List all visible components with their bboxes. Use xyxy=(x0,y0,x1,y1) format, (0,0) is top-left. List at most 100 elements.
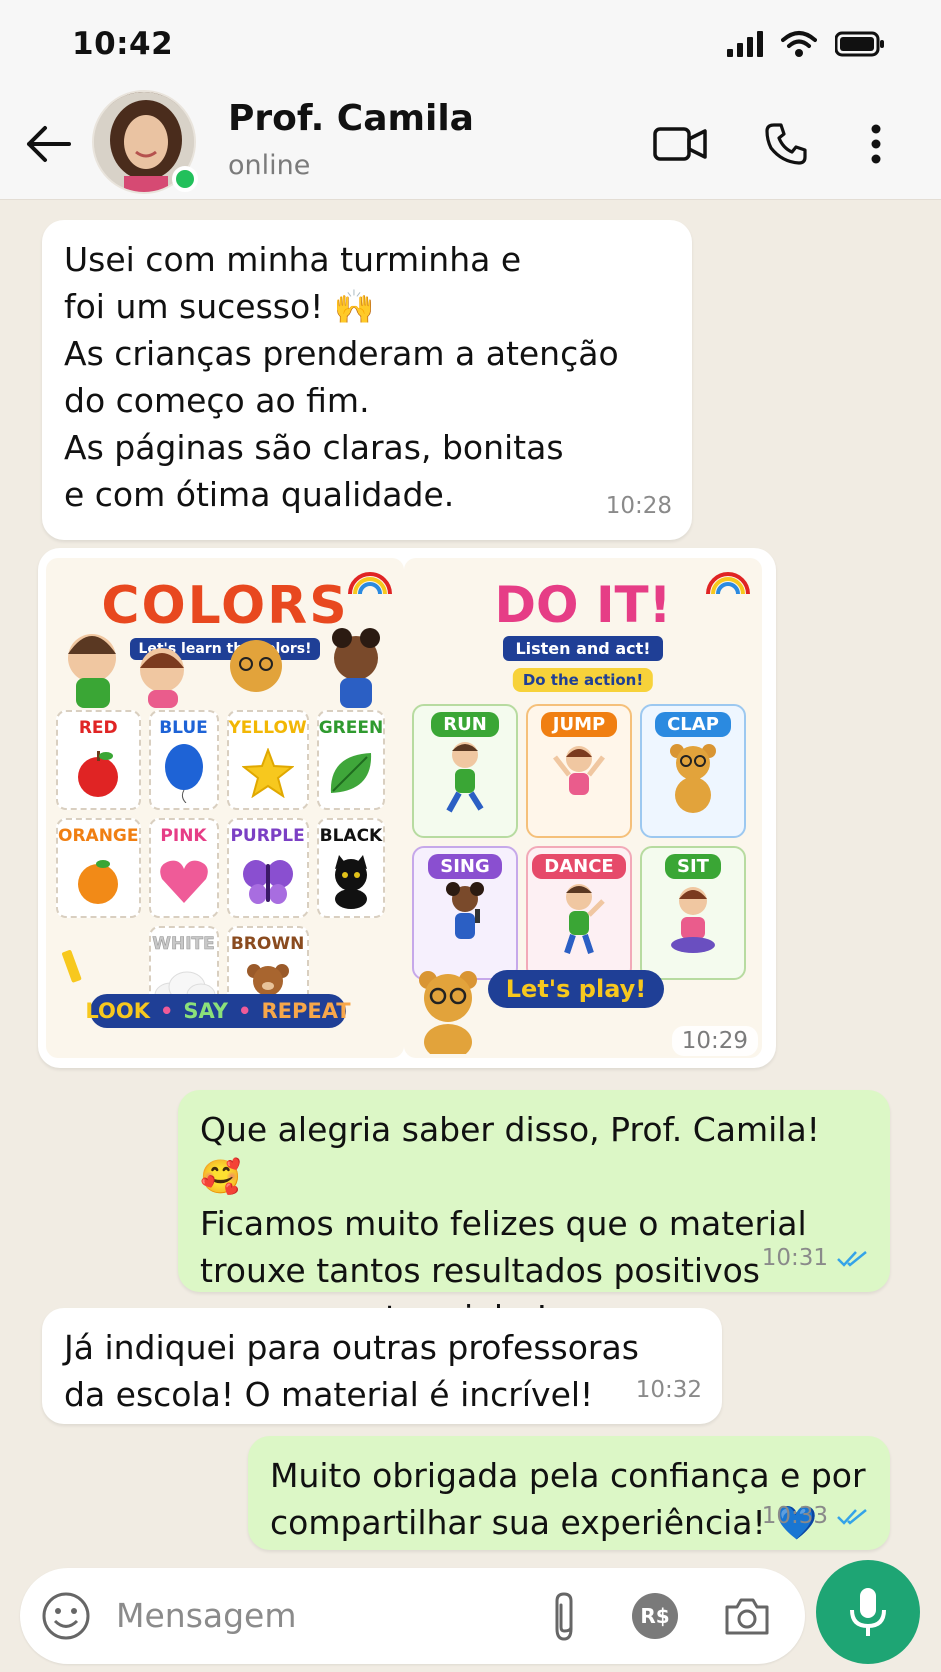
action-card-clap: CLAP xyxy=(640,704,746,838)
message-text: Já indiquei para outras professoras da e… xyxy=(64,1328,639,1414)
colors-grid: RED BLUE YELLOW GREEN ORANGE PINK PURPLE… xyxy=(56,710,386,1026)
color-card-red: RED xyxy=(56,710,141,810)
payment-label: R$ xyxy=(640,1604,670,1628)
actions-grid: RUN JUMP CLAP SING DANCE SIT xyxy=(412,704,746,980)
more-vertical-icon xyxy=(871,124,881,164)
video-camera-icon xyxy=(653,127,707,161)
kids-characters-icon xyxy=(68,628,380,708)
camera-button[interactable] xyxy=(722,1592,772,1640)
message-placeholder: Mensagem xyxy=(116,1596,297,1635)
singing-kid-icon xyxy=(446,882,484,939)
action-label: SIT xyxy=(665,854,721,879)
cat-icon xyxy=(334,855,367,909)
message-text: Que alegria saber disso, Prof. Camila! 🥰… xyxy=(200,1110,820,1337)
color-label: PINK xyxy=(160,826,207,846)
bear-clapping-icon xyxy=(670,744,716,813)
battery-icon xyxy=(835,31,884,57)
payment-button[interactable]: R$ xyxy=(632,1593,678,1639)
chat-area[interactable]: Usei com minha turminha e foi um sucesso… xyxy=(0,200,941,1560)
color-label: BLUE xyxy=(159,718,208,738)
microphone-icon xyxy=(850,1588,886,1636)
message-bubble-incoming[interactable]: Usei com minha turminha e foi um sucesso… xyxy=(42,220,692,540)
arrow-left-icon xyxy=(27,126,71,162)
apple-icon xyxy=(78,751,119,797)
color-card-blue: BLUE xyxy=(148,710,219,810)
color-card-green: GREEN xyxy=(316,710,386,810)
wifi-icon xyxy=(781,31,817,57)
action-label: JUMP xyxy=(540,712,618,737)
emoji-button[interactable] xyxy=(40,1590,92,1642)
contact-name[interactable]: Prof. Camila xyxy=(228,98,474,139)
action-label: SING xyxy=(428,854,502,879)
message-text: Usei com minha turminha e foi um sucesso… xyxy=(64,240,619,514)
action-label: CLAP xyxy=(655,712,731,737)
message-images[interactable]: COLORS Let's learn the colors! RED BLUE … xyxy=(38,548,776,1068)
rainbow-icon xyxy=(706,572,750,595)
action-card-jump: JUMP xyxy=(526,704,632,838)
chat-header: Prof. Camila online xyxy=(0,90,941,200)
kids-illustration xyxy=(56,618,396,712)
status-bar: 10:42 xyxy=(0,0,941,90)
footer-word-repeat: REPEAT xyxy=(261,999,351,1023)
message-time: 10:28 xyxy=(605,493,672,519)
smiley-icon xyxy=(42,1592,90,1640)
voice-call-button[interactable] xyxy=(756,116,816,172)
rainbow-icon xyxy=(348,572,392,595)
signal-icon xyxy=(727,31,763,57)
video-call-button[interactable] xyxy=(650,116,710,172)
color-label: YELLOW xyxy=(228,718,307,738)
message-time: 10:32 xyxy=(635,1377,702,1403)
message-meta: 10:28 xyxy=(606,483,672,530)
instruction-pill: Do the action! xyxy=(512,668,654,692)
message-bubble-incoming[interactable]: Já indiquei para outras professoras da e… xyxy=(42,1308,722,1424)
camera-icon xyxy=(725,1598,769,1635)
balloon-icon xyxy=(164,744,203,803)
contact-status: online xyxy=(228,150,311,181)
message-bubble-outgoing[interactable]: Muito obrigada pela confiança e por comp… xyxy=(248,1436,890,1550)
footer-separator-dot: • xyxy=(238,999,252,1023)
message-input[interactable]: Mensagem R$ xyxy=(20,1568,805,1664)
action-label: DANCE xyxy=(532,854,626,879)
colors-poster-image[interactable]: COLORS Let's learn the colors! RED BLUE … xyxy=(46,558,404,1058)
color-label: ORANGE xyxy=(58,826,139,846)
composer-bar: Mensagem R$ xyxy=(0,1560,941,1672)
dancing-kid-icon xyxy=(564,884,605,954)
pencil-icon xyxy=(62,950,82,983)
bear-mascot-icon xyxy=(419,971,477,1054)
message-time: 10:33 xyxy=(761,1503,828,1529)
contact-avatar[interactable] xyxy=(92,90,198,194)
color-label: PURPLE xyxy=(230,826,305,846)
do-it-poster-image[interactable]: DO IT! Listen and act! Do the action! RU… xyxy=(404,558,762,1058)
color-card-yellow: YELLOW xyxy=(226,710,309,810)
status-time: 10:42 xyxy=(72,26,174,62)
jumping-kid-icon xyxy=(553,746,605,795)
more-options-button[interactable] xyxy=(856,116,896,172)
leaf-icon xyxy=(330,753,372,793)
sitting-kid-icon xyxy=(671,887,715,953)
double-check-read-icon xyxy=(837,1250,867,1267)
action-card-run: RUN xyxy=(412,704,518,838)
poster-footer: Let's play! xyxy=(488,970,664,1008)
voice-message-button[interactable] xyxy=(816,1560,920,1664)
online-indicator xyxy=(172,166,198,192)
paperclip-icon xyxy=(555,1592,573,1641)
color-label: BLACK xyxy=(319,826,383,846)
poster-subtitle: Listen and act! xyxy=(503,636,663,661)
back-button[interactable] xyxy=(22,118,74,170)
running-kid-icon xyxy=(446,742,484,813)
system-icons xyxy=(727,30,885,58)
message-meta: 10:33 xyxy=(762,1493,870,1540)
action-card-dance: DANCE xyxy=(526,846,632,980)
attach-button[interactable] xyxy=(542,1590,586,1644)
action-card-sit: SIT xyxy=(640,846,746,980)
message-meta: 10:32 xyxy=(636,1367,702,1414)
message-bubble-outgoing[interactable]: Que alegria saber disso, Prof. Camila! 🥰… xyxy=(178,1090,890,1337)
color-label: GREEN xyxy=(318,718,384,738)
color-card-orange: ORANGE xyxy=(56,818,141,918)
heart-icon xyxy=(159,860,208,903)
color-label: BROWN xyxy=(230,934,305,954)
action-label: RUN xyxy=(431,712,499,737)
footer-word-look: LOOK xyxy=(85,999,150,1023)
footer-word-say: SAY xyxy=(183,999,228,1023)
color-label: WHITE xyxy=(152,934,215,955)
